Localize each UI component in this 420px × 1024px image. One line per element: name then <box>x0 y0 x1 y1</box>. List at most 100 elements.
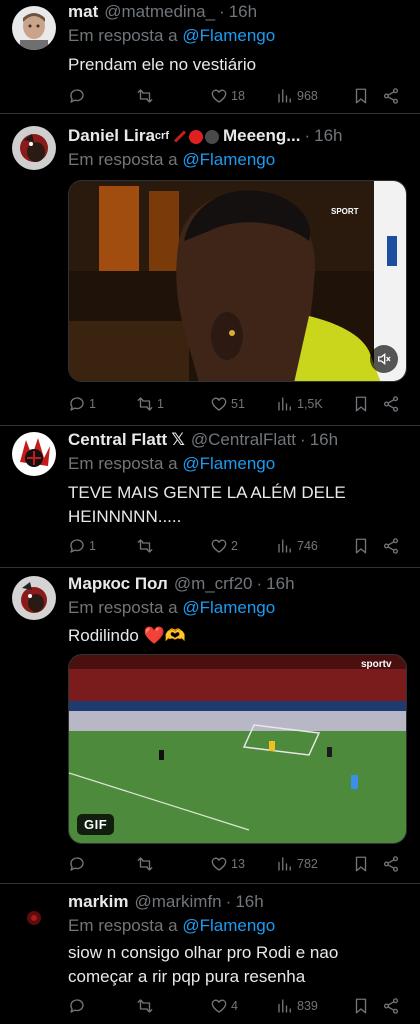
video-thumbnail: SPORT <box>69 181 406 381</box>
bookmark-icon <box>355 856 367 872</box>
timestamp[interactable]: 16h <box>314 126 342 146</box>
bookmark-button[interactable] <box>352 996 370 1016</box>
author-handle[interactable]: @markimfn <box>134 892 221 912</box>
avatar[interactable] <box>12 6 56 50</box>
view-count: 1,5K <box>297 397 323 411</box>
avatar[interactable] <box>12 432 56 476</box>
views-button[interactable]: 782 <box>276 854 318 874</box>
views-icon <box>278 89 291 103</box>
share-button[interactable] <box>382 394 400 414</box>
reply-button[interactable] <box>68 86 89 106</box>
views-button[interactable]: 1,5K <box>276 394 323 414</box>
like-button[interactable]: 13 <box>210 854 245 874</box>
author-name[interactable]: Маркос Пол <box>68 574 168 594</box>
tweet-text: siow n consigo olhar pro Rodi e nao come… <box>68 943 339 986</box>
reply-context: Em resposta a @Flamengo <box>68 454 275 474</box>
reply-to-link[interactable]: @Flamengo <box>182 454 275 473</box>
views-icon <box>278 999 291 1013</box>
share-icon <box>383 396 399 412</box>
views-button[interactable]: 746 <box>276 536 318 556</box>
reply-icon <box>70 857 84 871</box>
bookmark-button[interactable] <box>352 854 370 874</box>
reply-button[interactable]: 1 <box>68 394 96 414</box>
share-icon <box>383 538 399 554</box>
reply-prefix: Em resposta a <box>68 150 178 169</box>
author-name[interactable]: markim <box>68 892 128 912</box>
views-button[interactable]: 839 <box>276 996 318 1016</box>
bookmark-button[interactable] <box>352 394 370 414</box>
author-name-suffix[interactable]: Meeeng... <box>223 126 300 146</box>
flag-emoji-icon <box>173 130 186 143</box>
reply-to-link[interactable]: @Flamengo <box>182 916 275 935</box>
tweet-3[interactable]: Central Flatt 𝕏 @CentralFlatt · 16h Em r… <box>0 426 420 568</box>
retweet-button[interactable]: 1 <box>136 394 164 414</box>
bookmark-icon <box>355 538 367 554</box>
timestamp[interactable]: 16h <box>310 430 338 450</box>
gif-thumbnail: sportv <box>69 655 406 843</box>
x-logo-icon: 𝕏 <box>171 430 185 449</box>
retweet-icon <box>137 397 153 411</box>
tweet-1[interactable]: mat @matmedina_ · 16h Em resposta a @Fla… <box>0 0 420 114</box>
avatar[interactable] <box>12 576 56 620</box>
timestamp[interactable]: 16h <box>235 892 263 912</box>
reply-button[interactable]: 1 <box>68 536 96 556</box>
reply-to-link[interactable]: @Flamengo <box>182 598 275 617</box>
like-button[interactable]: 4 <box>210 996 238 1016</box>
gif-media[interactable]: sportv GIF <box>68 654 407 844</box>
retweet-button[interactable] <box>136 854 157 874</box>
timestamp[interactable]: 16h <box>266 574 294 594</box>
retweet-button[interactable] <box>136 996 157 1016</box>
tweet-5[interactable]: markim @markimfn · 16h Em resposta a @Fl… <box>0 884 420 1024</box>
author-handle[interactable]: @m_crf20 <box>174 574 253 594</box>
tweet-text: Prendam ele no vestiário <box>68 55 257 74</box>
author-handle[interactable]: @CentralFlatt <box>191 430 296 450</box>
avatar[interactable] <box>12 126 56 170</box>
reply-to-link[interactable]: @Flamengo <box>182 150 275 169</box>
share-button[interactable] <box>382 536 400 556</box>
retweet-button[interactable] <box>136 536 157 556</box>
gif-badge: GIF <box>77 814 115 835</box>
author-name[interactable]: mat <box>68 2 98 22</box>
view-count: 839 <box>297 999 318 1013</box>
reply-to-link[interactable]: @Flamengo <box>182 26 275 45</box>
bookmark-button[interactable] <box>352 536 370 556</box>
share-button[interactable] <box>382 86 400 106</box>
like-count: 51 <box>231 397 245 411</box>
share-button[interactable] <box>382 854 400 874</box>
bookmark-button[interactable] <box>352 86 370 106</box>
mute-button[interactable] <box>370 345 398 373</box>
like-button[interactable]: 51 <box>210 394 245 414</box>
retweet-icon <box>137 89 153 103</box>
share-button[interactable] <box>382 996 400 1016</box>
reply-button[interactable] <box>68 996 89 1016</box>
author-name[interactable]: Daniel Lira <box>68 126 155 146</box>
tweet-2[interactable]: Daniel Lira crf Meeeng... · 16h Em respo… <box>0 114 420 426</box>
avatar[interactable] <box>12 896 56 940</box>
heart-icon <box>211 89 227 103</box>
black-ball-icon <box>204 129 219 144</box>
author-name[interactable]: Central Flatt <box>68 430 167 450</box>
view-count: 746 <box>297 539 318 553</box>
like-button[interactable]: 2 <box>210 536 238 556</box>
retweet-icon <box>137 539 153 553</box>
retweet-icon <box>137 999 153 1013</box>
heart-icon <box>211 857 227 871</box>
reply-icon <box>70 999 84 1013</box>
tweet-4[interactable]: Маркос Пол @m_crf20 · 16h Em resposta a … <box>0 568 420 884</box>
like-button[interactable]: 18 <box>210 86 245 106</box>
action-bar: 18 968 <box>68 86 408 106</box>
reply-context: Em resposta a @Flamengo <box>68 150 275 170</box>
author-handle[interactable]: @matmedina_ <box>104 2 215 22</box>
reply-context: Em resposta a @Flamengo <box>68 916 275 936</box>
share-icon <box>383 88 399 104</box>
retweet-button[interactable] <box>136 86 157 106</box>
reply-button[interactable] <box>68 854 89 874</box>
timestamp[interactable]: 16h <box>229 2 257 22</box>
bookmark-icon <box>355 88 367 104</box>
heart-icon <box>211 397 227 411</box>
views-button[interactable]: 968 <box>276 86 318 106</box>
heart-icon <box>211 539 227 553</box>
bookmark-icon <box>355 396 367 412</box>
reply-context: Em resposta a @Flamengo <box>68 26 275 46</box>
video-media[interactable]: SPORT <box>68 180 407 382</box>
